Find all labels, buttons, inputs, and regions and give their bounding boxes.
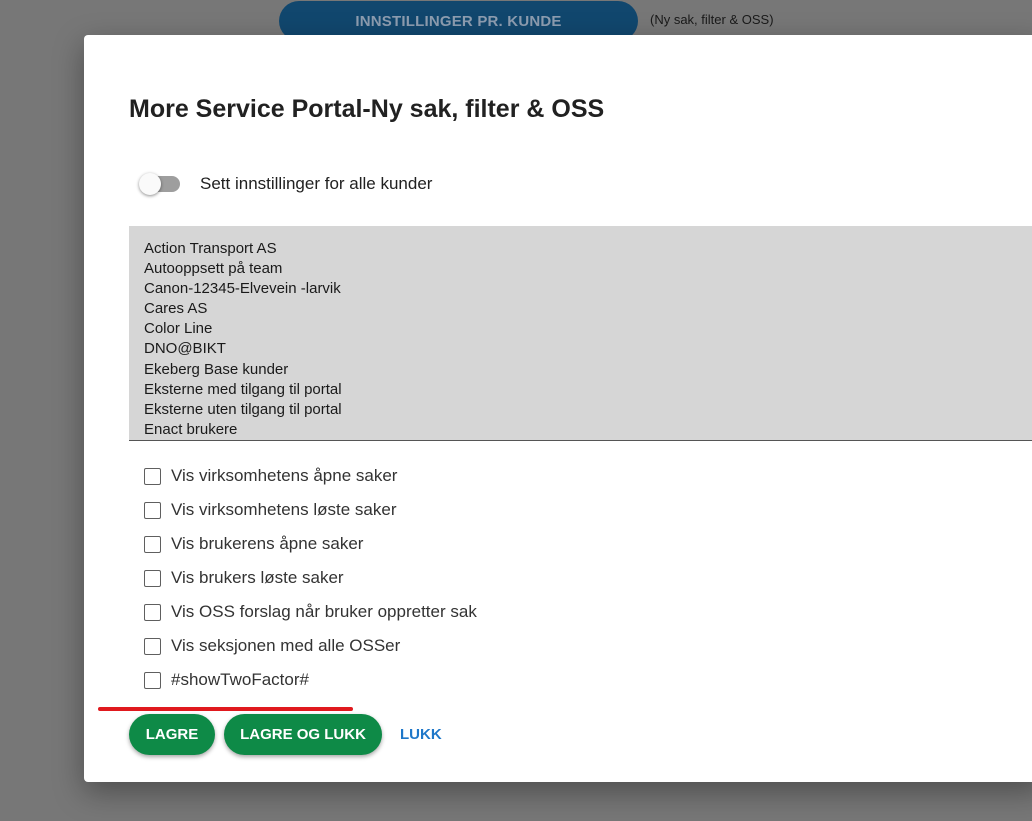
all-customers-toggle-row: Sett innstillinger for alle kunder xyxy=(139,173,432,195)
all-customers-toggle[interactable] xyxy=(139,173,180,195)
checkbox-label: Vis brukerens åpne saker xyxy=(171,534,364,553)
option-row[interactable]: Vis brukerens åpne saker xyxy=(144,527,477,561)
customer-option[interactable]: Cares AS xyxy=(144,299,1032,319)
save-and-close-button[interactable]: LAGRE OG LUKK xyxy=(224,714,382,755)
customer-option[interactable]: Ekeberg Base kunder xyxy=(144,360,1032,380)
option-row[interactable]: Vis seksjonen med alle OSSer xyxy=(144,629,477,663)
checkbox-label: #showTwoFactor# xyxy=(171,670,309,689)
option-row[interactable]: Vis virksomhetens løste saker xyxy=(144,493,477,527)
option-row[interactable]: Vis OSS forslag når bruker oppretter sak xyxy=(144,595,477,629)
settings-note: (Ny sak, filter & OSS) xyxy=(650,12,774,27)
customer-option[interactable]: Eksterne med tilgang til portal xyxy=(144,380,1032,400)
checkbox[interactable] xyxy=(144,603,161,621)
save-button[interactable]: LAGRE xyxy=(129,714,215,755)
customer-option[interactable]: Enact brukere xyxy=(144,420,1032,440)
options-checkbox-list: Vis virksomhetens åpne saker Vis virksom… xyxy=(144,459,477,697)
customer-select-list[interactable]: Action Transport AS Autooppsett på team … xyxy=(129,226,1032,441)
customer-option[interactable]: Autooppsett på team xyxy=(144,259,1032,279)
checkbox[interactable] xyxy=(144,637,161,655)
checkbox[interactable] xyxy=(144,569,161,587)
option-row[interactable]: Vis brukers løste saker xyxy=(144,561,477,595)
checkbox[interactable] xyxy=(144,501,161,519)
checkbox[interactable] xyxy=(144,671,161,689)
customer-option[interactable]: Canon-12345-Elvevein -larvik xyxy=(144,279,1032,299)
all-customers-toggle-label: Sett innstillinger for alle kunder xyxy=(200,174,433,193)
option-row[interactable]: #showTwoFactor# xyxy=(144,663,477,697)
checkbox-label: Vis virksomhetens løste saker xyxy=(171,500,397,519)
checkbox-label: Vis OSS forslag når bruker oppretter sak xyxy=(171,602,477,621)
checkbox-label: Vis brukers løste saker xyxy=(171,568,344,587)
dialog-title: More Service Portal-Ny sak, filter & OSS xyxy=(129,95,605,123)
customer-option[interactable]: Color Line xyxy=(144,319,1032,339)
highlight-underline xyxy=(98,707,353,711)
customer-option[interactable]: Action Transport AS xyxy=(144,239,1032,259)
toggle-knob xyxy=(139,173,161,195)
checkbox-label: Vis seksjonen med alle OSSer xyxy=(171,636,401,655)
checkbox[interactable] xyxy=(144,535,161,553)
customer-option[interactable]: Eksterne uten tilgang til portal xyxy=(144,400,1032,420)
close-button[interactable]: LUKK xyxy=(400,714,442,755)
customer-option[interactable]: DNO@BIKT xyxy=(144,339,1032,359)
settings-dialog: More Service Portal-Ny sak, filter & OSS… xyxy=(84,35,1032,782)
option-row[interactable]: Vis virksomhetens åpne saker xyxy=(144,459,477,493)
checkbox[interactable] xyxy=(144,467,161,485)
checkbox-label: Vis virksomhetens åpne saker xyxy=(171,466,398,485)
